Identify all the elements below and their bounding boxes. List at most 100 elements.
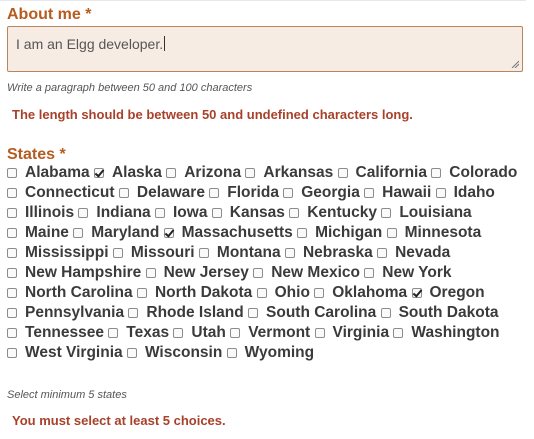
state-option[interactable]: Idaho <box>435 184 495 201</box>
state-option[interactable]: Indiana <box>78 204 151 221</box>
state-checkbox[interactable] <box>256 288 267 298</box>
state-option[interactable]: Kansas <box>211 204 285 221</box>
state-option[interactable]: New Hampshire <box>7 264 141 281</box>
state-option[interactable]: North Carolina <box>7 284 133 301</box>
state-checkbox[interactable] <box>7 328 17 338</box>
state-option[interactable]: Minnesota <box>386 224 481 241</box>
state-option[interactable]: West Virginia <box>7 344 123 361</box>
state-checkbox[interactable] <box>209 188 220 198</box>
state-checkbox[interactable] <box>128 308 139 318</box>
state-checkbox[interactable] <box>7 208 17 218</box>
state-option[interactable]: North Dakota <box>136 284 252 301</box>
state-checkbox[interactable] <box>314 288 325 298</box>
state-option[interactable]: Kentucky <box>289 204 377 221</box>
state-option[interactable]: South Dakota <box>380 304 498 321</box>
about-me-textarea[interactable]: I am an Elgg developer. <box>7 26 523 72</box>
state-checkbox[interactable] <box>7 268 17 278</box>
state-checkbox[interactable] <box>380 308 391 318</box>
state-option[interactable]: Illinois <box>7 204 74 221</box>
state-checkbox[interactable] <box>284 248 295 258</box>
state-option[interactable]: Florida <box>209 184 279 201</box>
state-option[interactable]: Massachusetts <box>163 224 293 241</box>
state-option[interactable]: Wyoming <box>226 344 314 361</box>
state-checkbox[interactable] <box>73 228 84 238</box>
state-option[interactable]: Oregon <box>411 284 485 301</box>
state-checkbox[interactable] <box>381 208 392 218</box>
state-option[interactable]: Maryland <box>73 224 159 241</box>
state-option[interactable]: Maine <box>7 224 69 241</box>
state-checkbox[interactable] <box>411 288 422 298</box>
state-checkbox[interactable] <box>364 268 375 278</box>
state-checkbox[interactable] <box>248 308 259 318</box>
state-checkbox[interactable] <box>211 208 222 218</box>
state-option[interactable]: Nevada <box>377 244 450 261</box>
state-option[interactable]: Georgia <box>283 184 360 201</box>
state-option[interactable]: Hawaii <box>364 184 431 201</box>
state-checkbox[interactable] <box>245 168 256 178</box>
state-checkbox[interactable] <box>7 248 17 258</box>
state-checkbox[interactable] <box>166 168 177 178</box>
state-option[interactable]: Virginia <box>314 324 389 341</box>
state-checkbox[interactable] <box>108 328 119 338</box>
state-option[interactable]: Utah <box>173 324 226 341</box>
state-option[interactable]: Alabama <box>7 164 90 181</box>
state-checkbox[interactable] <box>230 328 241 338</box>
state-checkbox[interactable] <box>7 168 17 178</box>
state-checkbox[interactable] <box>377 248 388 258</box>
state-option[interactable]: New York <box>364 264 452 281</box>
state-option[interactable]: Iowa <box>154 204 207 221</box>
state-option[interactable]: New Mexico <box>253 264 360 281</box>
state-checkbox[interactable] <box>198 248 209 258</box>
state-checkbox[interactable] <box>364 188 375 198</box>
state-option[interactable]: Oklahoma <box>314 284 407 301</box>
state-option[interactable]: Connecticut <box>7 184 115 201</box>
state-option[interactable]: Nebraska <box>284 244 373 261</box>
state-checkbox[interactable] <box>393 328 404 338</box>
state-checkbox[interactable] <box>253 268 264 278</box>
state-option[interactable]: Texas <box>108 324 169 341</box>
state-option[interactable]: Alaska <box>93 164 162 181</box>
state-checkbox[interactable] <box>136 288 147 298</box>
state-option[interactable]: Wisconsin <box>126 344 222 361</box>
state-checkbox[interactable] <box>145 268 156 278</box>
state-option[interactable]: Michigan <box>297 224 382 241</box>
state-checkbox[interactable] <box>7 188 17 198</box>
state-checkbox[interactable] <box>7 228 17 238</box>
state-checkbox[interactable] <box>154 208 165 218</box>
state-option[interactable]: Louisiana <box>381 204 472 221</box>
state-option[interactable]: Delaware <box>118 184 205 201</box>
state-option[interactable]: Arkansas <box>245 164 333 181</box>
state-option[interactable]: Montana <box>198 244 281 261</box>
state-option[interactable]: Rhode Island <box>128 304 244 321</box>
state-checkbox[interactable] <box>7 348 17 358</box>
state-checkbox[interactable] <box>435 188 446 198</box>
state-option[interactable]: Missouri <box>112 244 195 261</box>
state-checkbox[interactable] <box>431 168 442 178</box>
state-checkbox[interactable] <box>118 188 129 198</box>
state-checkbox[interactable] <box>289 208 300 218</box>
state-checkbox[interactable] <box>314 328 325 338</box>
state-checkbox[interactable] <box>173 328 184 338</box>
state-option[interactable]: Washington <box>393 324 500 341</box>
state-checkbox[interactable] <box>386 228 397 238</box>
state-option[interactable]: Arizona <box>166 164 241 181</box>
state-option[interactable]: Tennessee <box>7 324 104 341</box>
state-checkbox[interactable] <box>78 208 89 218</box>
state-checkbox[interactable] <box>297 228 308 238</box>
state-checkbox[interactable] <box>226 348 237 358</box>
state-checkbox[interactable] <box>93 168 104 178</box>
state-checkbox[interactable] <box>7 308 17 318</box>
state-option[interactable]: Ohio <box>256 284 310 301</box>
state-checkbox[interactable] <box>126 348 137 358</box>
state-checkbox[interactable] <box>112 248 123 258</box>
state-option[interactable]: New Jersey <box>145 264 249 281</box>
state-checkbox[interactable] <box>7 288 17 298</box>
state-checkbox[interactable] <box>337 168 348 178</box>
state-option[interactable]: Pennsylvania <box>7 304 124 321</box>
state-option[interactable]: South Carolina <box>248 304 376 321</box>
resize-grip-icon[interactable] <box>511 60 519 68</box>
state-checkbox[interactable] <box>283 188 294 198</box>
state-option[interactable]: California <box>337 164 427 181</box>
state-option[interactable]: Colorado <box>431 164 517 181</box>
state-option[interactable]: Mississippi <box>7 244 109 261</box>
